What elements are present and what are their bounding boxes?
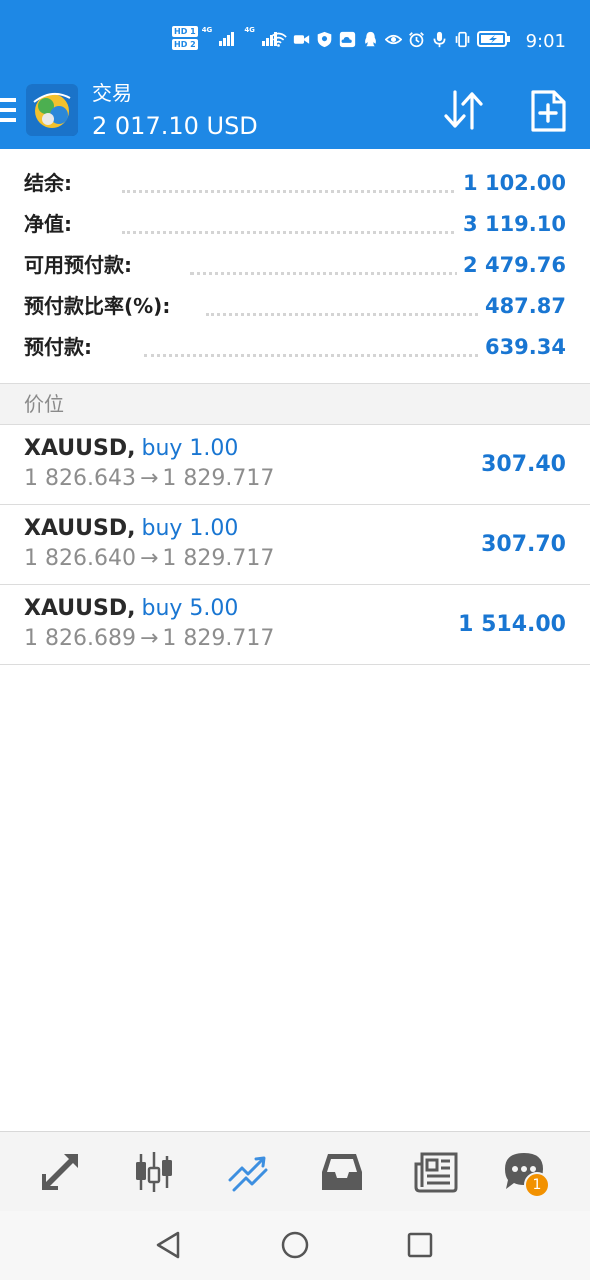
summary-label: 净值: (24, 204, 78, 245)
open-price: 1 826.689 (24, 626, 136, 651)
open-price: 1 826.640 (24, 546, 136, 571)
balance-display: 2 017.10 USD (92, 112, 258, 140)
trade-trend-icon (228, 1156, 268, 1192)
position-symbol: XAUUSD, (24, 516, 136, 541)
position-side: buy 5.00 (141, 596, 239, 621)
account-summary: 结余: 1 102.00 净值: 3 119.10 可用预付款: 2 479.7… (0, 149, 590, 383)
arrow-right-icon: → (139, 466, 159, 491)
inbox-history-icon (322, 1154, 362, 1190)
sort-icon[interactable] (440, 90, 486, 130)
qq-icon (365, 31, 376, 46)
alarm-icon (409, 31, 424, 47)
summary-label: 预付款: (24, 327, 98, 368)
dot-leader (206, 313, 502, 316)
app-header: HD 1 HD 2 4G 4G 9:01 交易 2 017.10 USD (0, 0, 590, 149)
network-type-2: 4G (244, 26, 255, 34)
back-triangle-icon (156, 1231, 180, 1259)
position-row[interactable]: XAUUSD, buy 1.00 1 826.643 → 1 829.717 307.… (0, 425, 590, 505)
unread-badge: 1 (524, 1172, 550, 1198)
video-icon (293, 34, 310, 44)
recents-square-icon (407, 1232, 433, 1258)
tab-messages[interactable]: 1 (496, 1144, 552, 1200)
status-bar: HD 1 HD 2 4G 4G 9:01 (0, 0, 590, 80)
tab-history[interactable] (314, 1144, 370, 1200)
summary-value: 2 479.76 (457, 245, 566, 286)
app-title: 交易 (92, 81, 132, 105)
summary-row-free-margin: 可用预付款: 2 479.76 (0, 245, 590, 286)
current-price: 1 829.717 (162, 466, 275, 491)
status-icons (270, 30, 511, 48)
clock: 9:01 (525, 31, 566, 52)
section-title: 价位 (24, 392, 64, 416)
summary-label: 预付款比率(%): (24, 286, 177, 327)
position-row[interactable]: XAUUSD, buy 1.00 1 826.640 → 1 829.717 307.… (0, 505, 590, 585)
section-header-positions: 价位 (0, 383, 590, 425)
mic-icon (433, 31, 446, 47)
wifi-icon (270, 32, 287, 47)
recents-button[interactable] (404, 1229, 436, 1261)
summary-row-margin-level: 预付款比率(%): 487.87 (0, 286, 590, 327)
candlestick-chart-icon (136, 1152, 172, 1192)
dot-leader (122, 190, 502, 193)
position-symbol: XAUUSD, (24, 596, 136, 621)
arrow-right-icon: → (139, 546, 159, 571)
arrow-right-icon: → (139, 626, 159, 651)
dot-leader (144, 354, 502, 357)
summary-row-equity: 净值: 3 119.10 (0, 204, 590, 245)
position-profit: 307.70 (481, 532, 566, 557)
position-profit: 1 514.00 (458, 612, 566, 637)
summary-label: 结余: (24, 163, 78, 204)
tab-quotes[interactable] (32, 1144, 88, 1200)
cellular-indicators: HD 1 HD 2 4G 4G (172, 26, 277, 50)
position-profit: 307.40 (481, 452, 566, 477)
position-side: buy 1.00 (141, 436, 239, 461)
menu-icon[interactable] (0, 98, 18, 126)
tab-trade[interactable] (220, 1144, 276, 1200)
metatrader-logo (26, 84, 78, 136)
position-row[interactable]: XAUUSD, buy 5.00 1 826.689 → 1 829.717 1 51… (0, 585, 590, 665)
current-price: 1 829.717 (162, 626, 275, 651)
summary-value: 487.87 (478, 286, 566, 327)
news-icon (414, 1152, 458, 1193)
cloud-app-icon (339, 31, 356, 47)
position-side: buy 1.00 (141, 516, 239, 541)
home-button[interactable] (279, 1229, 311, 1261)
system-navigation-bar (0, 1211, 590, 1280)
home-circle-icon (281, 1231, 309, 1259)
summary-value: 639.34 (478, 327, 566, 368)
quotes-arrows-icon (42, 1154, 78, 1190)
open-price: 1 826.643 (24, 466, 136, 491)
summary-value: 1 102.00 (457, 163, 566, 204)
hd-badge-1: HD 1 (172, 26, 198, 37)
summary-label: 可用预付款: (24, 245, 138, 286)
hd-badge-2: HD 2 (172, 39, 198, 50)
eye-icon (385, 34, 402, 44)
shield-icon (317, 31, 332, 47)
tab-chart[interactable] (126, 1144, 182, 1200)
battery-icon (477, 31, 510, 47)
new-order-icon[interactable] (528, 90, 568, 132)
bottom-tab-bar: 1 (0, 1131, 590, 1211)
network-type-1: 4G (201, 26, 213, 34)
position-symbol: XAUUSD, (24, 436, 136, 461)
vibrate-icon (455, 31, 470, 47)
summary-row-balance: 结余: 1 102.00 (0, 163, 590, 204)
dot-leader (190, 272, 502, 275)
signal-icon (219, 30, 235, 46)
current-price: 1 829.717 (162, 546, 275, 571)
app-bar: 交易 2 017.10 USD (0, 80, 590, 149)
summary-value: 3 119.10 (457, 204, 566, 245)
back-button[interactable] (152, 1229, 184, 1261)
summary-row-margin: 预付款: 639.34 (0, 327, 590, 368)
tab-news[interactable] (408, 1144, 464, 1200)
dot-leader (122, 231, 502, 234)
